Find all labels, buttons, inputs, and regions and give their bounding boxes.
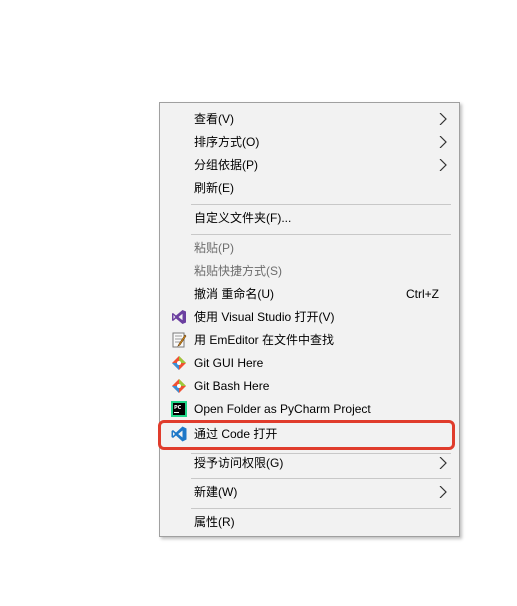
context-menu: 查看(V) 排序方式(O) 分组依据(P) 刷新(E) 自定义文件夹(F)...… [159,102,460,537]
chevron-right-icon [439,136,447,148]
menu-item-label: 粘贴快捷方式(S) [194,264,282,278]
menu-item-view[interactable]: 查看(V) [162,108,457,130]
menu-item-git-bash[interactable]: Git Bash Here [162,375,457,397]
menu-item-paste[interactable]: 粘贴(P) [162,237,457,259]
menu-item-label: 撤消 重命名(U) [194,287,274,301]
menu-separator [191,234,451,235]
chevron-right-icon [439,486,447,498]
menu-separator [191,204,451,205]
chevron-right-icon [439,113,447,125]
menu-item-label: 使用 Visual Studio 打开(V) [194,310,335,324]
menu-item-open-visual-studio[interactable]: 使用 Visual Studio 打开(V) [162,306,457,328]
menu-item-emeditor[interactable]: 用 EmEditor 在文件中查找 [162,329,457,351]
menu-item-label: 刷新(E) [194,181,234,195]
menu-item-paste-shortcut[interactable]: 粘贴快捷方式(S) [162,260,457,282]
emeditor-icon [172,332,187,348]
menu-item-sort[interactable]: 排序方式(O) [162,131,457,153]
chevron-right-icon [439,457,447,469]
menu-item-give-access[interactable]: 授予访问权限(G) [162,452,457,474]
menu-separator [191,478,451,479]
menu-item-label: 排序方式(O) [194,135,260,149]
menu-item-label: 授予访问权限(G) [194,456,284,470]
git-icon [172,379,186,393]
menu-item-refresh[interactable]: 刷新(E) [162,177,457,199]
menu-item-label: 自定义文件夹(F)... [194,211,292,225]
menu-item-label: 用 EmEditor 在文件中查找 [194,333,335,347]
shortcut-label: Ctrl+Z [406,287,439,301]
menu-item-label: 查看(V) [194,112,234,126]
menu-item-label: 分组依据(P) [194,158,258,172]
menu-item-label: 属性(R) [194,515,235,529]
menu-item-pycharm[interactable]: PC Open Folder as PyCharm Project [162,398,457,420]
highlight-box [158,420,455,450]
menu-item-git-gui[interactable]: Git GUI Here [162,352,457,374]
menu-item-label: 新建(W) [194,485,238,499]
menu-item-label: 粘贴(P) [194,241,234,255]
pycharm-icon: PC [171,401,187,417]
menu-item-label: Git GUI Here [194,356,264,370]
visual-studio-icon [172,310,186,324]
menu-item-group[interactable]: 分组依据(P) [162,154,457,176]
menu-item-properties[interactable]: 属性(R) [162,511,457,533]
svg-text:PC: PC [174,405,182,411]
chevron-right-icon [439,159,447,171]
menu-item-undo-rename[interactable]: 撤消 重命名(U) Ctrl+Z [162,283,457,305]
menu-item-customize[interactable]: 自定义文件夹(F)... [162,207,457,229]
menu-item-label: Open Folder as PyCharm Project [194,402,371,416]
git-icon [172,356,186,370]
menu-item-label: Git Bash Here [194,379,270,393]
menu-item-new[interactable]: 新建(W) [162,481,457,503]
menu-separator [191,508,451,509]
